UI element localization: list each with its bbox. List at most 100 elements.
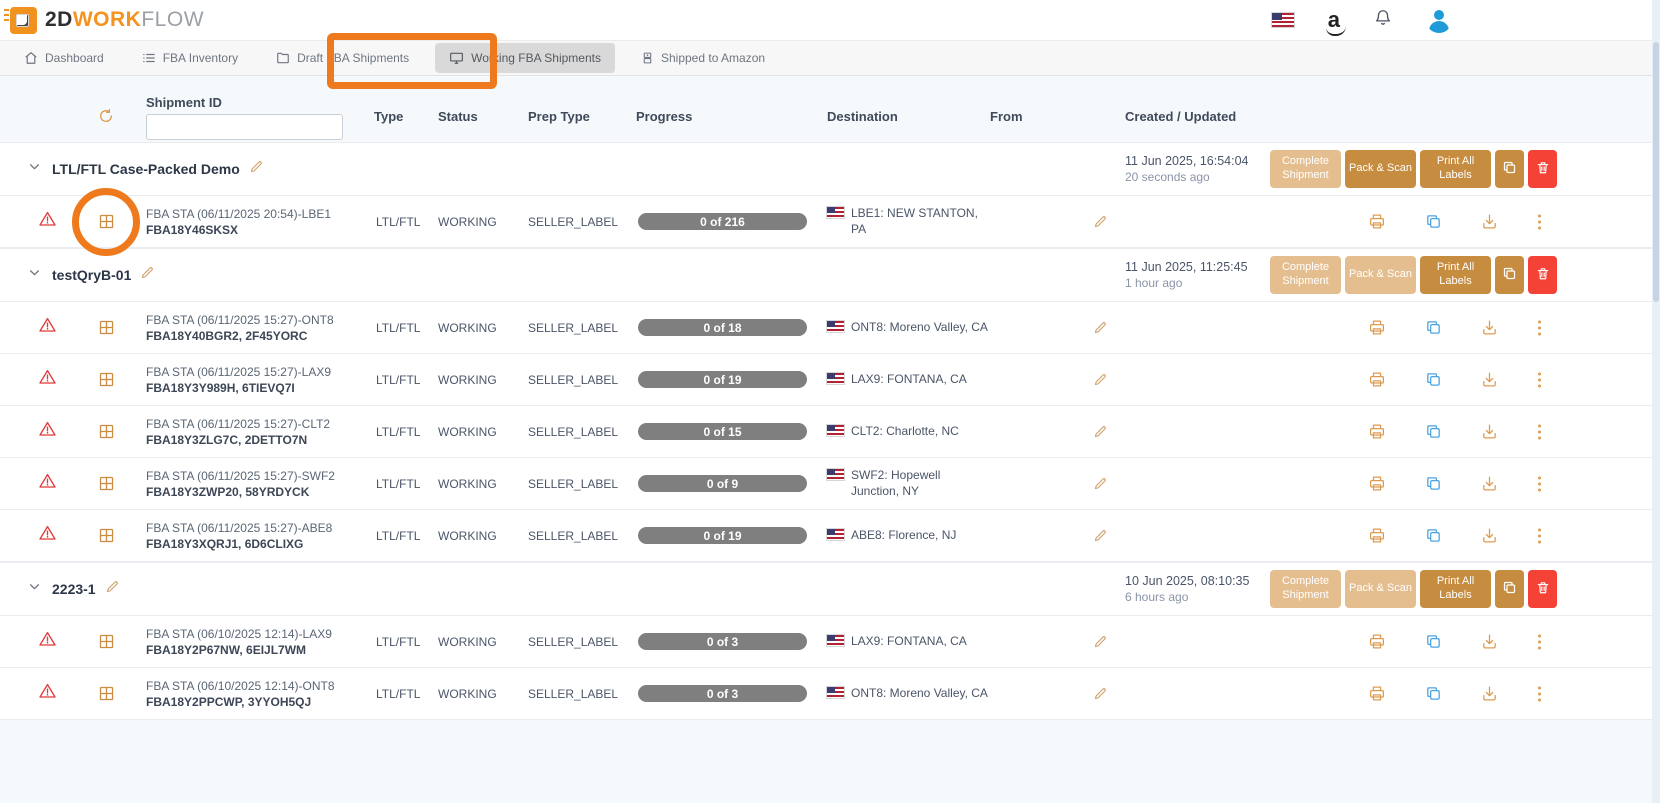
copy-shipment-icon[interactable] xyxy=(1425,319,1442,336)
nav-item-shipped-to-amazon[interactable]: Shipped to Amazon xyxy=(629,45,777,71)
nav-item-working-fba-shipments[interactable]: Working FBA Shipments xyxy=(435,43,615,73)
box-content-grid-icon[interactable] xyxy=(98,423,115,440)
notifications-bell-icon[interactable] xyxy=(1374,8,1392,32)
user-avatar-icon[interactable] xyxy=(1426,7,1452,33)
more-options-dots-icon[interactable] xyxy=(1537,527,1542,545)
warning-icon[interactable] xyxy=(38,630,57,653)
progress-bar: 0 of 3 xyxy=(638,685,807,702)
print-icon[interactable] xyxy=(1368,213,1386,230)
warning-icon[interactable] xyxy=(38,420,57,443)
warning-icon[interactable] xyxy=(38,682,57,705)
copy-shipment-icon[interactable] xyxy=(1425,633,1442,650)
edit-shipment-pencil-icon[interactable] xyxy=(1093,372,1108,387)
download-icon[interactable] xyxy=(1481,685,1498,702)
more-options-dots-icon[interactable] xyxy=(1537,213,1542,231)
more-options-dots-icon[interactable] xyxy=(1537,685,1542,703)
more-options-dots-icon[interactable] xyxy=(1537,633,1542,651)
download-icon[interactable] xyxy=(1481,423,1498,440)
pack-and-scan-button[interactable]: Pack & Scan xyxy=(1345,150,1416,188)
copy-shipment-icon[interactable] xyxy=(1425,213,1442,230)
more-options-dots-icon[interactable] xyxy=(1537,319,1542,337)
more-options-dots-icon[interactable] xyxy=(1537,423,1542,441)
more-options-dots-icon[interactable] xyxy=(1537,371,1542,389)
box-content-grid-icon[interactable] xyxy=(98,213,115,230)
copy-shipment-icon[interactable] xyxy=(1425,475,1442,492)
scrollbar-thumb[interactable] xyxy=(1653,42,1659,302)
print-icon[interactable] xyxy=(1368,475,1386,492)
warning-icon[interactable] xyxy=(38,316,57,339)
language-us-flag-icon[interactable] xyxy=(1272,13,1294,27)
delete-group-button[interactable] xyxy=(1528,256,1557,294)
shipment-type: LTL/FTL xyxy=(368,477,438,491)
edit-shipment-pencil-icon[interactable] xyxy=(1093,528,1108,543)
edit-pencil-icon[interactable] xyxy=(140,265,155,285)
nav-item-draft-fba-shipments[interactable]: Draft FBA Shipments xyxy=(264,45,421,71)
pack-and-scan-button[interactable]: Pack & Scan xyxy=(1345,570,1416,608)
edit-shipment-pencil-icon[interactable] xyxy=(1093,686,1108,701)
more-options-dots-icon[interactable] xyxy=(1537,475,1542,493)
print-icon[interactable] xyxy=(1368,527,1386,544)
complete-shipment-button[interactable]: Complete Shipment xyxy=(1270,256,1341,294)
download-icon[interactable] xyxy=(1481,371,1498,388)
shipment-row: FBA STA (06/11/2025 15:27)-CLT2 FBA18Y3Z… xyxy=(0,406,1660,458)
warning-icon[interactable] xyxy=(38,524,57,547)
home-icon xyxy=(24,51,38,65)
edit-pencil-icon[interactable] xyxy=(105,579,120,599)
edit-shipment-pencil-icon[interactable] xyxy=(1093,320,1108,335)
box-content-grid-icon[interactable] xyxy=(98,527,115,544)
download-icon[interactable] xyxy=(1481,319,1498,336)
download-icon[interactable] xyxy=(1481,475,1498,492)
box-content-grid-icon[interactable] xyxy=(98,633,115,650)
print-all-labels-button[interactable]: Print All Labels xyxy=(1420,570,1491,608)
edit-shipment-pencil-icon[interactable] xyxy=(1093,476,1108,491)
edit-shipment-pencil-icon[interactable] xyxy=(1093,214,1108,229)
copy-shipment-icon[interactable] xyxy=(1425,685,1442,702)
download-icon[interactable] xyxy=(1481,213,1498,230)
print-icon[interactable] xyxy=(1368,423,1386,440)
chevron-down-icon[interactable] xyxy=(28,266,52,284)
print-icon[interactable] xyxy=(1368,371,1386,388)
box-content-grid-icon[interactable] xyxy=(98,371,115,388)
chevron-down-icon[interactable] xyxy=(28,160,52,178)
shipment-row: FBA STA (06/10/2025 12:14)-LAX9 FBA18Y2P… xyxy=(0,616,1660,668)
chevron-down-icon[interactable] xyxy=(28,580,52,598)
box-content-grid-icon[interactable] xyxy=(98,319,115,336)
progress-text: 0 of 19 xyxy=(703,373,741,387)
shipment-status: WORKING xyxy=(438,477,528,491)
complete-shipment-button[interactable]: Complete Shipment xyxy=(1270,570,1341,608)
download-icon[interactable] xyxy=(1481,527,1498,544)
box-content-grid-icon[interactable] xyxy=(98,685,115,702)
duplicate-group-button[interactable] xyxy=(1495,256,1524,294)
delete-group-button[interactable] xyxy=(1528,570,1557,608)
print-icon[interactable] xyxy=(1368,633,1386,650)
edit-shipment-pencil-icon[interactable] xyxy=(1093,424,1108,439)
duplicate-group-button[interactable] xyxy=(1495,150,1524,188)
pack-and-scan-button[interactable]: Pack & Scan xyxy=(1345,256,1416,294)
shipment-id-input[interactable] xyxy=(146,114,343,140)
download-icon[interactable] xyxy=(1481,633,1498,650)
shipment-name: FBA STA (06/11/2025 15:27)-SWF2 xyxy=(146,469,368,483)
delete-group-button[interactable] xyxy=(1528,150,1557,188)
vertical-scrollbar[interactable] xyxy=(1652,0,1660,803)
print-all-labels-button[interactable]: Print All Labels xyxy=(1420,150,1491,188)
brand-logo[interactable]: 2DWORKFLOW xyxy=(10,7,204,34)
duplicate-group-button[interactable] xyxy=(1495,570,1524,608)
copy-shipment-icon[interactable] xyxy=(1425,527,1442,544)
complete-shipment-button[interactable]: Complete Shipment xyxy=(1270,150,1341,188)
refresh-sync-icon[interactable] xyxy=(98,108,114,124)
nav-item-fba-inventory[interactable]: FBA Inventory xyxy=(130,45,250,71)
print-icon[interactable] xyxy=(1368,685,1386,702)
print-icon[interactable] xyxy=(1368,319,1386,336)
amazon-icon[interactable]: a xyxy=(1328,9,1340,31)
warning-icon[interactable] xyxy=(38,210,57,233)
nav-item-dashboard[interactable]: Dashboard xyxy=(12,45,116,71)
copy-shipment-icon[interactable] xyxy=(1425,371,1442,388)
warning-icon[interactable] xyxy=(38,472,57,495)
destination-text: CLT2: Charlotte, NC xyxy=(851,424,959,440)
copy-shipment-icon[interactable] xyxy=(1425,423,1442,440)
warning-icon[interactable] xyxy=(38,368,57,391)
print-all-labels-button[interactable]: Print All Labels xyxy=(1420,256,1491,294)
edit-pencil-icon[interactable] xyxy=(249,159,264,179)
box-content-grid-icon[interactable] xyxy=(98,475,115,492)
edit-shipment-pencil-icon[interactable] xyxy=(1093,634,1108,649)
